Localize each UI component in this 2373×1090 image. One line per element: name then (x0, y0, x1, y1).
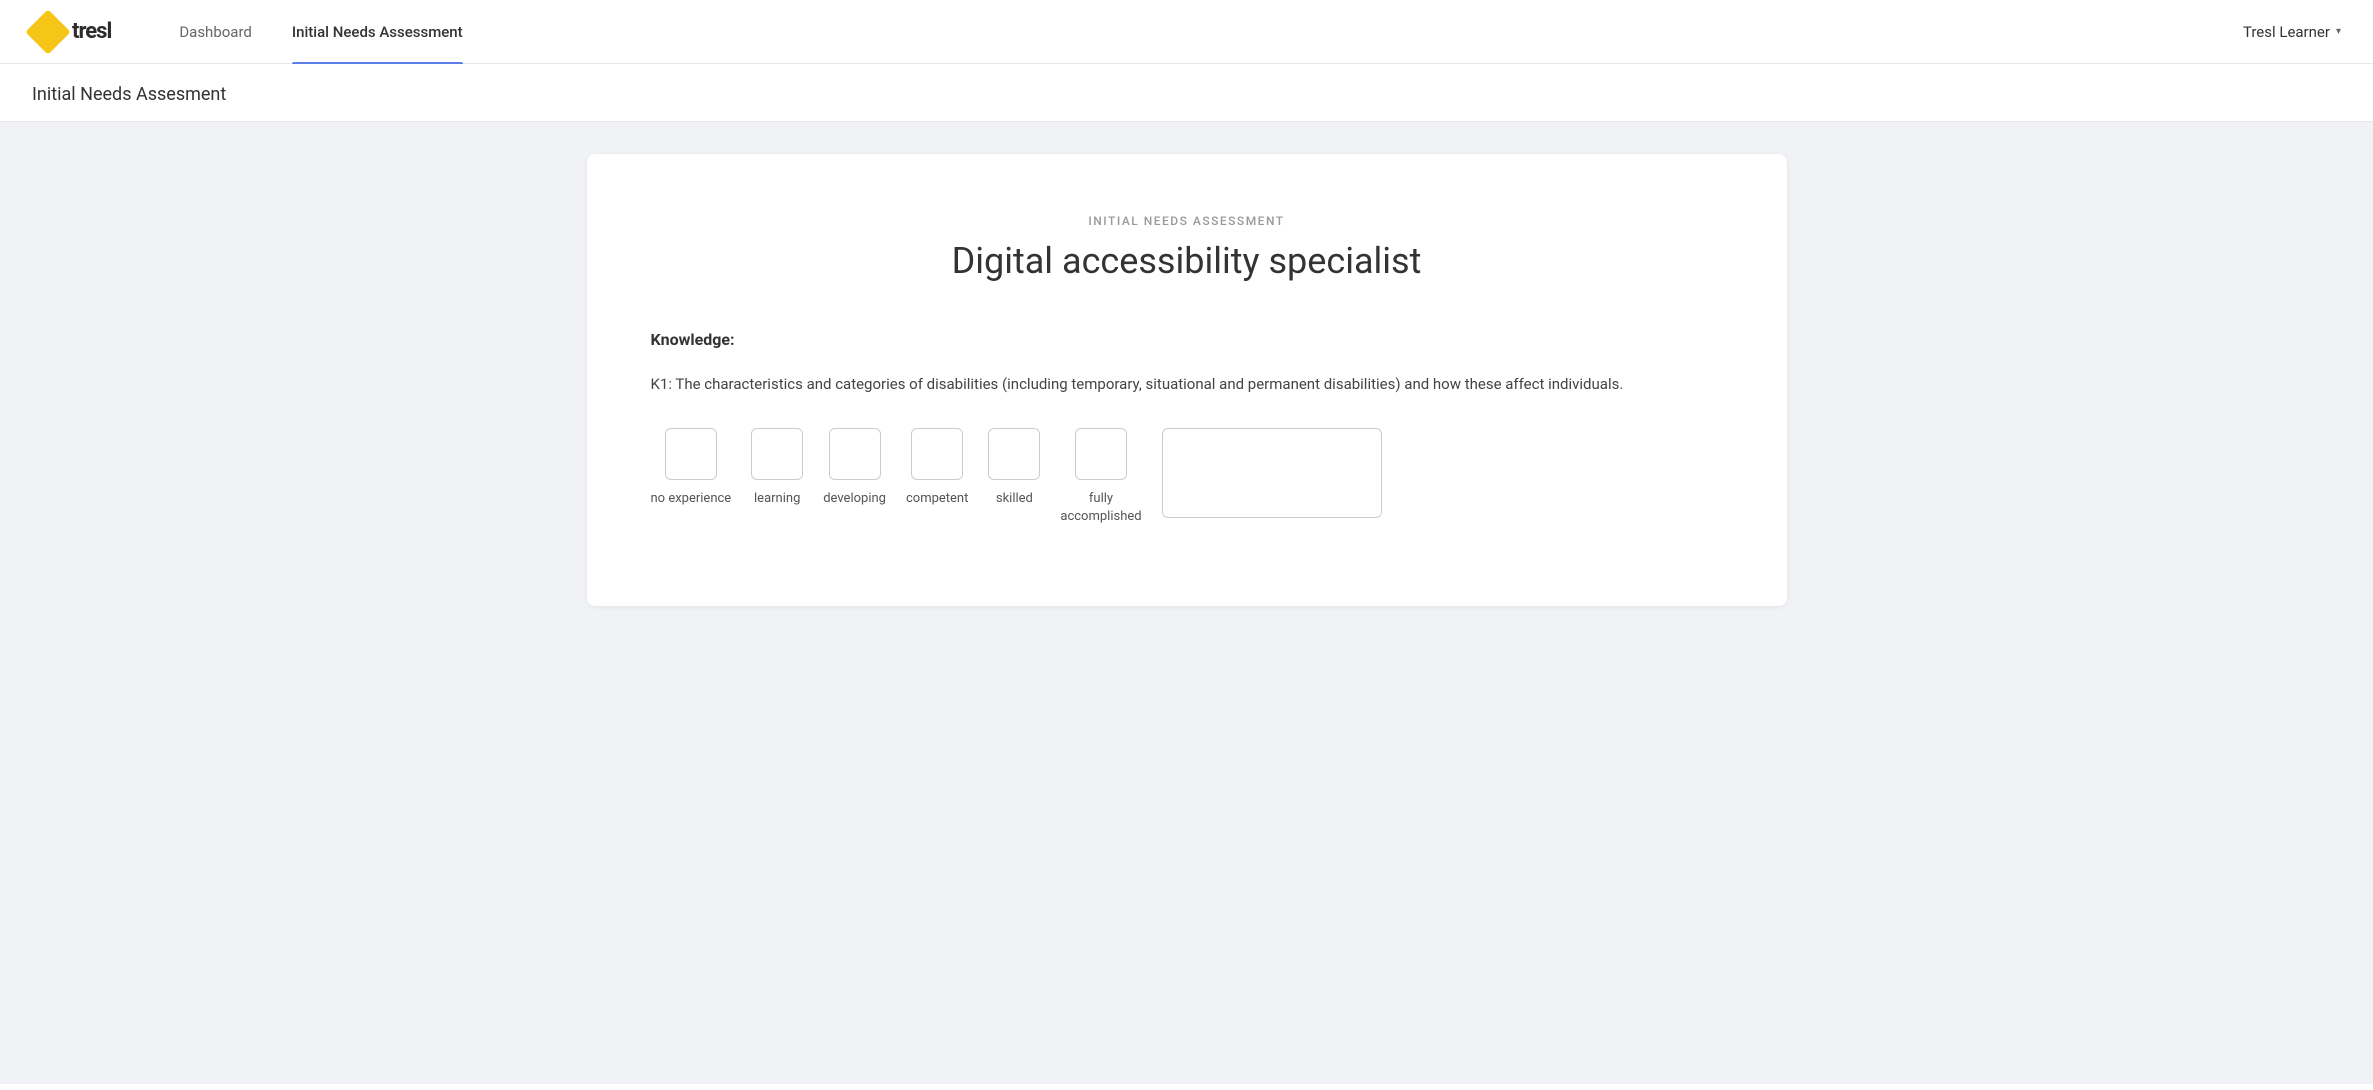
nav-links: Dashboard Initial Needs Assessment (159, 0, 2243, 64)
nav-user[interactable]: Tresl Learner ▾ (2243, 23, 2341, 41)
navbar: tresl Dashboard Initial Needs Assessment… (0, 0, 2373, 64)
rating-checkbox-no-experience[interactable] (665, 428, 717, 480)
rating-label-developing: developing (823, 490, 886, 508)
rating-checkbox-fully-accomplished[interactable] (1075, 428, 1127, 480)
rating-label-skilled: skilled (996, 490, 1033, 508)
rating-label-learning: learning (754, 490, 800, 508)
rating-checkbox-competent[interactable] (911, 428, 963, 480)
card-title: Digital accessibility specialist (651, 240, 1723, 282)
page-header: Initial Needs Assesment (0, 64, 2373, 122)
rating-label-no-experience: no experience (651, 490, 732, 508)
page-title: Initial Needs Assesment (32, 84, 2341, 105)
rating-label-competent: competent (906, 490, 968, 508)
rating-row: no experience learning developing compet… (651, 428, 1723, 526)
rating-option-developing[interactable]: developing (823, 428, 886, 508)
rating-checkbox-skilled[interactable] (988, 428, 1040, 480)
question-k1: K1: The characteristics and categories o… (651, 373, 1723, 396)
rating-option-skilled[interactable]: skilled (988, 428, 1040, 508)
logo-text: tresl (72, 19, 111, 44)
card-subtitle: INITIAL NEEDS ASSESSMENT (651, 214, 1723, 228)
rating-option-competent[interactable]: competent (906, 428, 968, 508)
rating-option-learning[interactable]: learning (751, 428, 803, 508)
rating-checkbox-learning[interactable] (751, 428, 803, 480)
section-label: Knowledge: (651, 330, 1723, 349)
rating-option-fully-accomplished[interactable]: fullyaccomplished (1060, 428, 1141, 526)
main-content: INITIAL NEEDS ASSESSMENT Digital accessi… (0, 122, 2373, 1084)
nav-link-initial-needs-assessment[interactable]: Initial Needs Assessment (272, 0, 483, 64)
nav-link-dashboard[interactable]: Dashboard (159, 0, 272, 64)
nav-user-name: Tresl Learner (2243, 23, 2330, 41)
logo-diamond-icon (25, 9, 70, 54)
logo[interactable]: tresl (32, 16, 111, 48)
assessment-card: INITIAL NEEDS ASSESSMENT Digital accessi… (587, 154, 1787, 606)
rating-option-no-experience[interactable]: no experience (651, 428, 732, 508)
rating-checkbox-developing[interactable] (829, 428, 881, 480)
chevron-down-icon: ▾ (2336, 26, 2341, 37)
rating-textarea-k1[interactable] (1162, 428, 1382, 518)
rating-label-fully-accomplished: fullyaccomplished (1060, 490, 1141, 526)
